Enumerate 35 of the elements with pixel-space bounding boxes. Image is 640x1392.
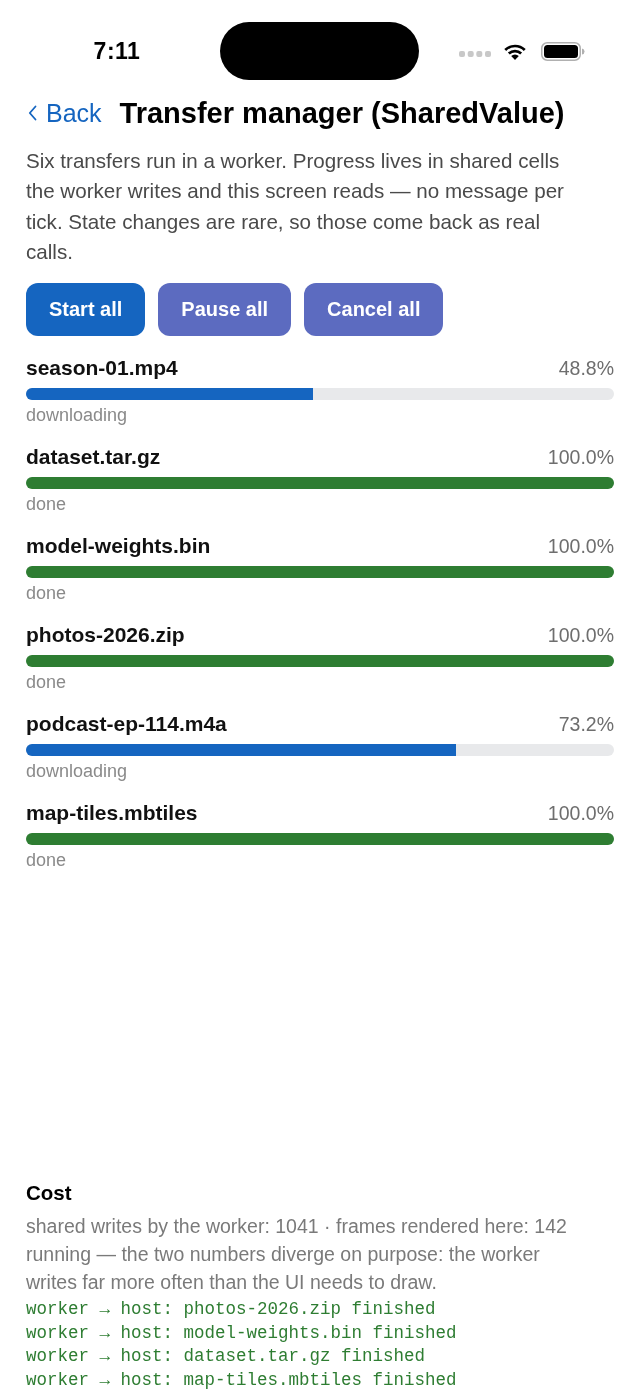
status-time: 7:11 <box>93 37 141 65</box>
transfer-status: done <box>26 849 67 872</box>
battery-icon <box>541 41 585 61</box>
action-button[interactable]: Pause all <box>158 283 292 337</box>
progress-percent: 48.8% <box>558 356 614 382</box>
log-line: worker → host: photos-2026.zip finished <box>26 1298 436 1321</box>
file-name: dataset.tar.gz <box>26 444 161 471</box>
cost-summary: shared writes by the worker: 1041 · frames rendered here: 142 running — the two numbers diverge on purpose: the worker writes far more often than the UI needs to draw. <box>26 1214 568 1295</box>
screen-title: Transfer manager (SharedValue) <box>119 96 565 130</box>
back-button[interactable]: Back <box>26 93 104 133</box>
transfer-status: done <box>26 671 67 694</box>
progress-percent: 100.0% <box>547 801 614 827</box>
file-name: photos-2026.zip <box>26 622 185 649</box>
transfer-status: done <box>26 493 67 516</box>
file-name: podcast-ep-114.m4a <box>26 711 227 738</box>
log-line: worker → host: dataset.tar.gz finished <box>26 1345 426 1368</box>
progress-percent: 100.0% <box>547 623 614 649</box>
cost-heading: Cost <box>26 1180 72 1206</box>
progress-percent: 100.0% <box>547 445 614 471</box>
signal-dots-icon <box>459 51 491 57</box>
file-name: season-01.mp4 <box>26 355 178 382</box>
wifi-icon <box>503 42 527 60</box>
progress-percent: 73.2% <box>558 712 614 738</box>
file-name: map-tiles.mbtiles <box>26 800 198 827</box>
progress-percent: 100.0% <box>547 534 614 560</box>
file-name: model-weights.bin <box>26 533 211 560</box>
action-button[interactable]: Start all <box>26 283 146 337</box>
action-button[interactable]: Cancel all <box>304 283 444 337</box>
transfer-status: downloading <box>26 404 128 427</box>
description-text: Six transfers run in a worker. Progress lives in shared cells the worker writes and this screen reads — no message per tick. State changes are rare, so those come back as real calls. <box>26 148 565 265</box>
transfer-status: downloading <box>26 760 128 783</box>
transfer-status: done <box>26 582 67 605</box>
log-line: worker → host: map-tiles.mbtiles finished <box>26 1368 457 1392</box>
chevron-left-icon <box>28 105 37 121</box>
log-line: worker → host: model-weights.bin finished <box>26 1321 457 1345</box>
